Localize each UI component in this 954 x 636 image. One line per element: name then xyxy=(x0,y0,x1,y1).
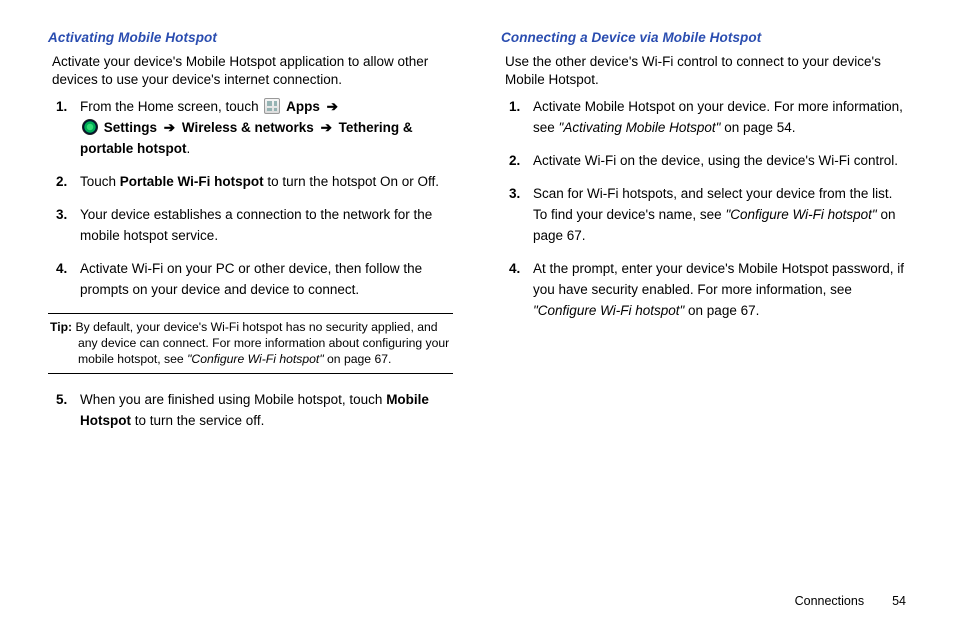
right-step-4: At the prompt, enter your device's Mobil… xyxy=(533,259,906,322)
arrow-icon: ➔ xyxy=(327,99,338,114)
r4b: "Configure Wi-Fi hotspot" xyxy=(533,303,684,318)
left-step-5: When you are finished using Mobile hotsp… xyxy=(80,390,453,432)
left-step-2: Touch Portable Wi-Fi hotspot to turn the… xyxy=(80,172,453,193)
left-column: Activating Mobile Hotspot Activate your … xyxy=(48,30,453,444)
tip-body: Tip: By default, your device's Wi-Fi hot… xyxy=(50,320,451,368)
r3b: "Configure Wi-Fi hotspot" xyxy=(725,207,876,222)
arrow-icon: ➔ xyxy=(321,120,332,135)
section-heading-right: Connecting a Device via Mobile Hotspot xyxy=(501,30,906,45)
s2c: to turn the hotspot On or Off. xyxy=(264,174,439,189)
settings-label: Settings xyxy=(104,120,157,135)
s2b: Portable Wi-Fi hotspot xyxy=(120,174,264,189)
r4a: At the prompt, enter your device's Mobil… xyxy=(533,261,904,297)
tip-xref: "Configure Wi-Fi hotspot" xyxy=(187,352,324,366)
r4c: on page 67. xyxy=(684,303,759,318)
footer-page-number: 54 xyxy=(892,594,906,608)
page: Activating Mobile Hotspot Activate your … xyxy=(0,0,954,636)
left-step-1: From the Home screen, touch Apps ➔ Setti… xyxy=(80,97,453,160)
tip-b: on page 67. xyxy=(324,352,392,366)
s5a: When you are finished using Mobile hotsp… xyxy=(80,392,386,407)
tip-box: Tip: By default, your device's Wi-Fi hot… xyxy=(48,313,453,375)
apps-icon xyxy=(264,98,280,114)
settings-icon xyxy=(82,119,98,135)
s2a: Touch xyxy=(80,174,120,189)
right-column: Connecting a Device via Mobile Hotspot U… xyxy=(501,30,906,444)
two-column-layout: Activating Mobile Hotspot Activate your … xyxy=(48,30,906,444)
right-step-1: Activate Mobile Hotspot on your device. … xyxy=(533,97,906,139)
left-intro: Activate your device's Mobile Hotspot ap… xyxy=(52,53,453,89)
section-heading-left: Activating Mobile Hotspot xyxy=(48,30,453,45)
r1b: "Activating Mobile Hotspot" xyxy=(559,120,721,135)
apps-label: Apps xyxy=(286,99,320,114)
tip-label: Tip: xyxy=(50,320,72,334)
r1c: on page 54. xyxy=(720,120,795,135)
left-steps: From the Home screen, touch Apps ➔ Setti… xyxy=(48,97,453,300)
right-step-3: Scan for Wi-Fi hotspots, and select your… xyxy=(533,184,906,247)
right-step-2: Activate Wi-Fi on the device, using the … xyxy=(533,151,906,172)
path-wireless: Wireless & networks xyxy=(182,120,314,135)
left-step-3: Your device establishes a connection to … xyxy=(80,205,453,247)
step1-pre: From the Home screen, touch xyxy=(80,99,262,114)
step1-end: . xyxy=(187,141,191,156)
right-intro: Use the other device's Wi-Fi control to … xyxy=(505,53,906,89)
arrow-icon: ➔ xyxy=(164,120,175,135)
left-steps-continued: When you are finished using Mobile hotsp… xyxy=(48,390,453,432)
right-steps: Activate Mobile Hotspot on your device. … xyxy=(501,97,906,321)
page-footer: Connections 54 xyxy=(795,594,906,608)
s5c: to turn the service off. xyxy=(131,413,264,428)
footer-section: Connections xyxy=(795,594,865,608)
left-step-4: Activate Wi-Fi on your PC or other devic… xyxy=(80,259,453,301)
